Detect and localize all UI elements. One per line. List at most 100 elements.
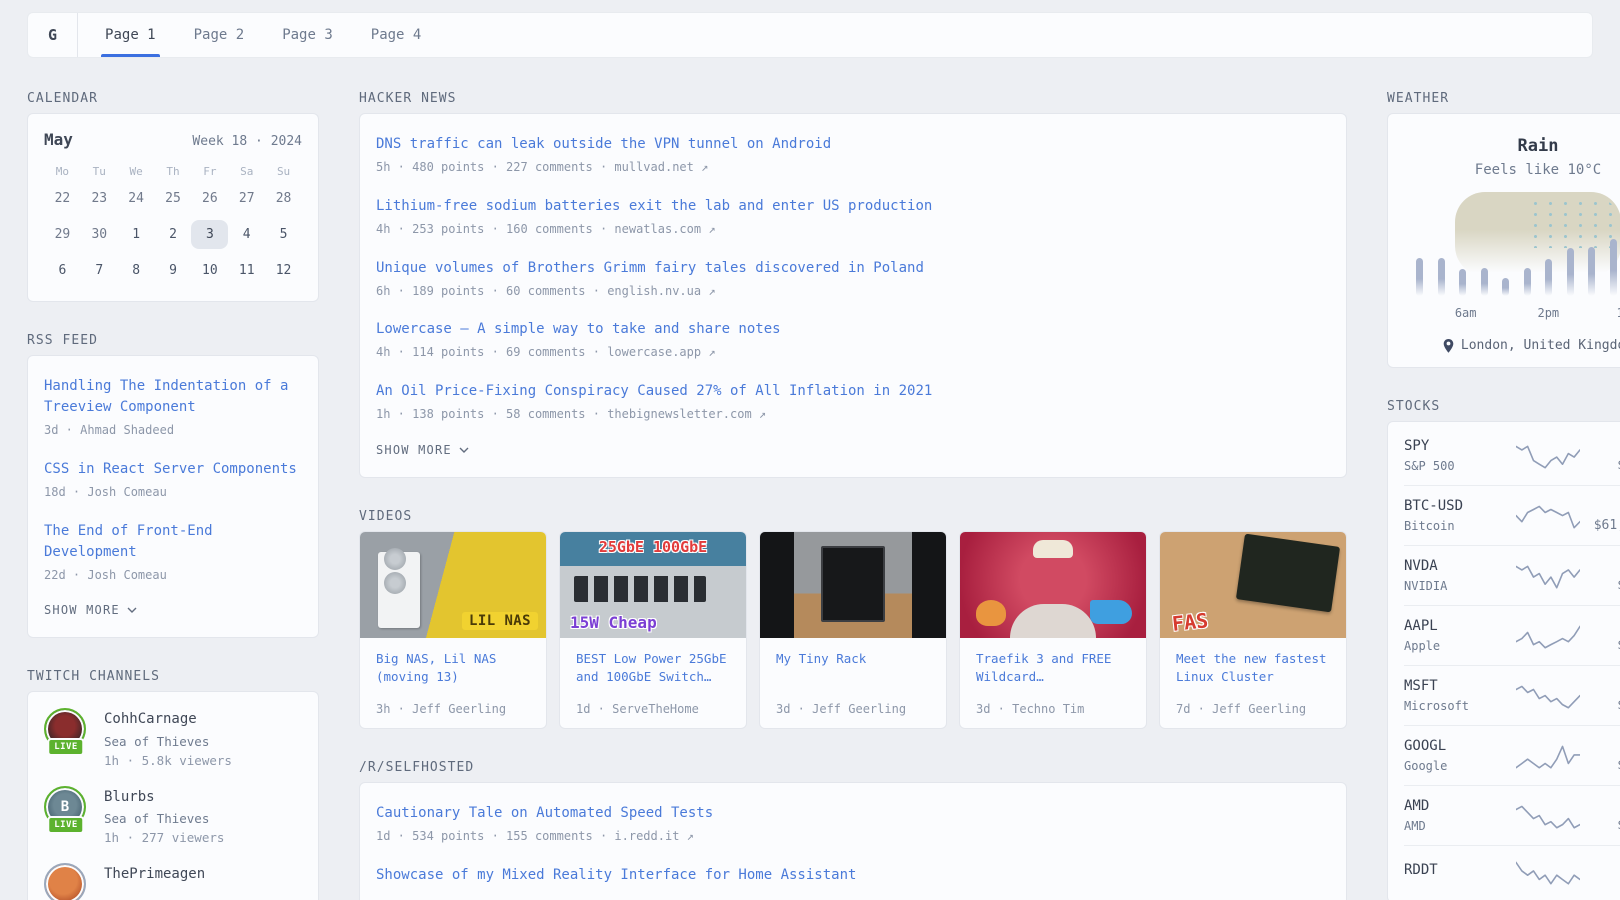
- weather-location-text: London, United Kingdom: [1461, 338, 1620, 353]
- stocks-section-label: STOCKS: [1387, 399, 1620, 414]
- rss-section-label: RSS FEED: [27, 333, 319, 348]
- weather-section-label: WEATHER: [1387, 91, 1620, 106]
- twitch-channel-row[interactable]: B LIVE Blurbs Sea of Thieves 1h · 277 vi…: [44, 786, 302, 845]
- video-card[interactable]: 25GbE 100GbE 15W Cheap BEST Low Power 25…: [559, 531, 747, 729]
- stock-row-spy[interactable]: SPYS&P 500+1.32%$511.69: [1404, 426, 1620, 485]
- show-more-label: SHOW MORE: [376, 443, 452, 457]
- stock-id: SPYS&P 500: [1404, 438, 1516, 473]
- weather-feels-like: Feels like 10°C: [1404, 162, 1620, 178]
- calendar-day: 25: [155, 184, 192, 213]
- rss-item-title[interactable]: The End of Front-End Development: [44, 521, 302, 563]
- stock-row-btc-usd[interactable]: BTC-USDBitcoin+4.56%$61,820.02: [1404, 485, 1620, 545]
- video-info: BEST Low Power 25GbE and 100GbE Switch… …: [560, 638, 746, 728]
- weather-widget: WEATHER Rain Feels like 10°C 12° 6am2pm1…: [1387, 91, 1620, 368]
- rss-item-meta: 3d · Ahmad Shadeed: [44, 422, 302, 439]
- calendar-day: 11: [228, 256, 265, 285]
- stock-price: $184.51: [1580, 638, 1620, 653]
- video-card[interactable]: FAS Meet the new fastest Linux Cluster 7…: [1159, 531, 1347, 729]
- reddit-item-title[interactable]: Showcase of my Mixed Reality Interface f…: [376, 865, 1330, 886]
- hn-item-meta: 5h · 480 points · 227 comments · mullvad…: [376, 159, 1330, 176]
- hour-axis-label: 10pm: [1617, 306, 1620, 320]
- stock-values: +2.24%$406.76: [1580, 678, 1620, 713]
- video-title[interactable]: Meet the new fastest Linux Cluster: [1176, 650, 1330, 686]
- reddit-item-title[interactable]: Cautionary Tale on Automated Speed Tests: [376, 803, 1330, 824]
- stock-row-aapl[interactable]: AAPLApple+6.63%$184.51: [1404, 605, 1620, 665]
- twitch-channel-name: ThePrimeagen: [104, 863, 205, 883]
- hour-axis-labels: 6am2pm10pm: [1414, 306, 1620, 322]
- rss-item-title[interactable]: Handling The Indentation of a Treeview C…: [44, 376, 302, 418]
- stock-row-amd[interactable]: AMDAMD+2.97%$150.50: [1404, 785, 1620, 845]
- hn-item-title[interactable]: Unique volumes of Brothers Grimm fairy t…: [376, 258, 1330, 279]
- hn-item: An Oil Price-Fixing Conspiracy Caused 27…: [376, 381, 1330, 423]
- video-meta: 1d · ServeTheHome: [576, 702, 730, 716]
- stock-row-googl[interactable]: GOOGLGoogle+0.25%$167.03: [1404, 725, 1620, 785]
- hn-item-title[interactable]: Lithium-free sodium batteries exit the l…: [376, 196, 1330, 217]
- tab-page-1[interactable]: Page 1: [93, 13, 168, 57]
- person-graphic: [1010, 604, 1096, 638]
- hn-item-meta: 6h · 189 points · 60 comments · english.…: [376, 283, 1330, 300]
- tab-page-2[interactable]: Page 2: [182, 13, 257, 57]
- video-title[interactable]: My Tiny Rack: [776, 650, 930, 668]
- stocks-card: SPYS&P 500+1.32%$511.69BTC-USDBitcoin+4.…: [1387, 421, 1620, 900]
- video-title[interactable]: Traefik 3 and FREE Wildcard…: [976, 650, 1130, 686]
- video-info: Meet the new fastest Linux Cluster 7d · …: [1160, 638, 1346, 728]
- content-columns: CALENDAR May Week 18 · 2024 MoTuWeThFrSa…: [0, 91, 1620, 900]
- tab-page-3[interactable]: Page 3: [270, 13, 345, 57]
- rss-item-meta: 18d · Josh Comeau: [44, 484, 302, 501]
- top-nav: G Page 1 Page 2 Page 3 Page 4: [27, 12, 1593, 58]
- rss-item: The End of Front-End Development 22d · J…: [44, 521, 302, 584]
- calendar-day: 12: [265, 256, 302, 285]
- stock-values: +2.97%$150.50: [1580, 798, 1620, 833]
- stock-id: RDDT: [1404, 862, 1516, 883]
- avatar: [44, 863, 88, 900]
- videos-carousel[interactable]: LIL NAS Big NAS, Lil NAS (moving 13) 3h …: [359, 531, 1387, 729]
- rss-item-title[interactable]: CSS in React Server Components: [44, 459, 302, 480]
- twitch-widget: TWITCH CHANNELS LIVE CohhCarnage Sea of …: [27, 669, 319, 900]
- hn-item-title[interactable]: DNS traffic can leak outside the VPN tun…: [376, 134, 1330, 155]
- stock-change: -1.59%: [1580, 862, 1620, 877]
- rss-show-more-button[interactable]: SHOW MORE: [44, 603, 302, 617]
- switch-ports-graphic: [574, 576, 706, 602]
- tab-page-4[interactable]: Page 4: [359, 13, 434, 57]
- hn-item-title[interactable]: Lowercase – A simple way to take and sha…: [376, 319, 1330, 340]
- video-title[interactable]: BEST Low Power 25GbE and 100GbE Switch…: [576, 650, 730, 686]
- stock-row-nvda[interactable]: NVDANVIDIA+3.49%$888.12: [1404, 545, 1620, 605]
- twitch-channel-row[interactable]: ThePrimeagen: [44, 863, 302, 900]
- temperature-bar: [1567, 248, 1574, 296]
- video-meta: 3d · Techno Tim: [976, 702, 1130, 716]
- stock-name: Google: [1404, 759, 1516, 773]
- thumbnail-text: FAS: [1171, 608, 1209, 636]
- temperature-bar: [1588, 247, 1595, 296]
- stock-values: +6.63%$184.51: [1580, 618, 1620, 653]
- twitch-section-label: TWITCH CHANNELS: [27, 669, 319, 684]
- stock-sparkline: [1516, 682, 1580, 710]
- hackernews-card: DNS traffic can leak outside the VPN tun…: [359, 113, 1347, 478]
- mini-rack-graphic: [821, 546, 885, 622]
- chevron-down-icon: [459, 445, 469, 455]
- chevron-down-icon: [127, 605, 137, 615]
- calendar-day: 29: [44, 220, 81, 249]
- hour-axis-label: 2pm: [1537, 306, 1559, 320]
- stock-change: +2.97%: [1580, 798, 1620, 813]
- video-title[interactable]: Big NAS, Lil NAS (moving 13): [376, 650, 530, 686]
- hn-item-title[interactable]: An Oil Price-Fixing Conspiracy Caused 27…: [376, 381, 1330, 402]
- twitch-channel-name: CohhCarnage: [104, 708, 232, 728]
- video-meta: 3d · Jeff Geerling: [776, 702, 930, 716]
- calendar-day: 24: [118, 184, 155, 213]
- stock-row-rddt[interactable]: RDDT -1.59%: [1404, 845, 1620, 898]
- stock-id: MSFTMicrosoft: [1404, 678, 1516, 713]
- stock-ticker: MSFT: [1404, 678, 1516, 694]
- video-card[interactable]: My Tiny Rack 3d · Jeff Geerling: [759, 531, 947, 729]
- calendar-day: 1: [118, 220, 155, 249]
- stock-values: +4.56%$61,820.02: [1580, 498, 1620, 533]
- stock-row-msft[interactable]: MSFTMicrosoft +2.24%$406.76: [1404, 665, 1620, 725]
- video-card[interactable]: LIL NAS Big NAS, Lil NAS (moving 13) 3h …: [359, 531, 547, 729]
- hn-show-more-button[interactable]: SHOW MORE: [376, 443, 1330, 457]
- stock-ticker: NVDA: [1404, 558, 1516, 574]
- calendar-day: 30: [81, 220, 118, 249]
- stock-price: $888.12: [1580, 578, 1620, 593]
- location-pin-icon: [1443, 339, 1454, 353]
- app-logo[interactable]: G: [28, 13, 78, 57]
- twitch-channel-row[interactable]: LIVE CohhCarnage Sea of Thieves 1h · 5.8…: [44, 708, 302, 767]
- video-card[interactable]: Traefik 3 and FREE Wildcard… 3d · Techno…: [959, 531, 1147, 729]
